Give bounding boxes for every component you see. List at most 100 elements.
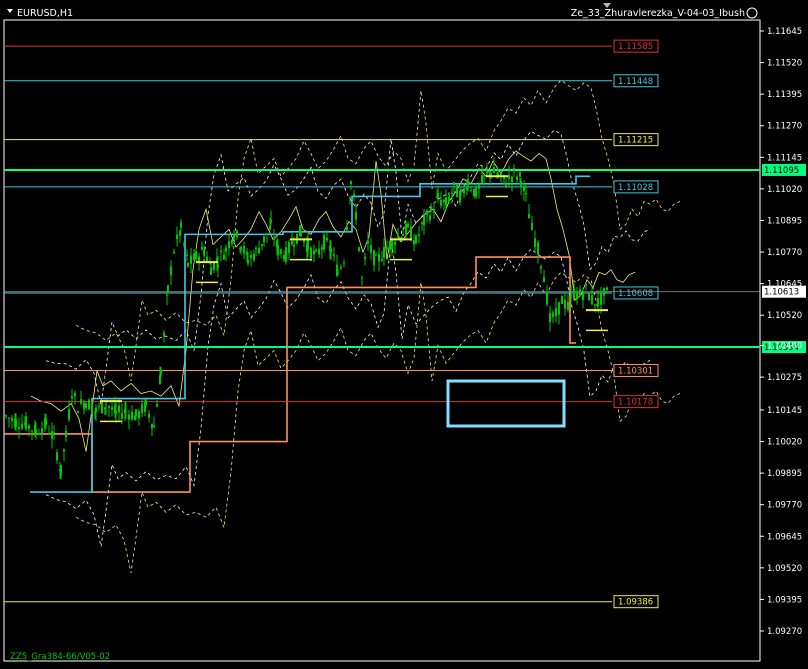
candle-body [588, 293, 590, 301]
candle-body [63, 449, 65, 452]
candle-body [258, 248, 260, 254]
candle-body [220, 250, 222, 253]
candle-body [394, 241, 396, 245]
chart-window[interactable]: 1.11585 1.11448 1.11215 1.11095 1.11028 1.106… [0, 0, 808, 665]
candle-body [405, 223, 407, 235]
candle-body [490, 173, 492, 176]
candle-body [373, 250, 375, 266]
candle-body [467, 180, 469, 186]
level-tag-label: 1.09386 [618, 598, 653, 608]
candle-body [213, 262, 215, 271]
candle-body [253, 254, 255, 260]
candle-body [293, 244, 295, 247]
candle-body [381, 258, 383, 261]
candle-body [451, 192, 453, 195]
candle-body [300, 230, 302, 236]
price-tick-label: 1.10520 [767, 311, 802, 321]
price-tick-label: 1.09270 [767, 627, 802, 637]
candle-body [173, 251, 175, 253]
candle-body [148, 413, 150, 418]
candle-body [353, 194, 355, 196]
candle-body [340, 266, 342, 269]
symbol-title[interactable]: EURUSD,H1 [17, 8, 73, 19]
candle-body [180, 222, 182, 228]
candle-body [65, 430, 67, 438]
candle-body [475, 186, 477, 198]
candle-body [60, 464, 62, 476]
candle-body [358, 247, 360, 251]
price-tick-label: 1.09520 [767, 564, 802, 574]
candle-body [375, 254, 377, 256]
price-tick-label: 1.09645 [767, 532, 802, 542]
candle-body [291, 241, 293, 245]
candle-body [564, 299, 566, 309]
candle-body [45, 418, 47, 425]
candle-body [321, 247, 323, 250]
candle-body [111, 407, 113, 410]
plot-area[interactable] [3, 19, 761, 662]
candle-body [255, 247, 257, 250]
candle-body [83, 402, 85, 410]
candle-body [478, 184, 480, 189]
bottom-indicator-label: ZZ5_Gra384-66/V05-02 [10, 652, 110, 662]
candle-body [591, 295, 593, 304]
price-tick-label: 1.10020 [767, 438, 802, 448]
level-tag-label: 1.10608 [618, 289, 653, 299]
level-tag-label: 1.10178 [618, 398, 653, 408]
candle-body [555, 307, 557, 317]
candle-body [513, 168, 515, 170]
candle-body [483, 175, 485, 177]
candle-body [460, 189, 462, 193]
candle-body [31, 430, 33, 432]
candle-body [410, 226, 412, 241]
candle-body [389, 240, 391, 250]
candle-body [310, 247, 312, 259]
candle-body [195, 251, 197, 260]
candle-body [558, 302, 560, 315]
candle-body [247, 260, 249, 264]
candle-body [167, 285, 169, 292]
candle-body [74, 392, 76, 397]
candle-body [456, 184, 458, 198]
candle-body [493, 167, 495, 174]
candle-body [528, 214, 530, 219]
candle-body [210, 267, 212, 275]
candle-body [108, 406, 110, 408]
candle-body [138, 410, 140, 419]
candle-body [170, 266, 172, 276]
candle-body [153, 425, 155, 428]
level-tag-label: 1.11028 [618, 183, 653, 193]
candle-body [277, 245, 279, 255]
candle-body [418, 234, 420, 236]
candle-body [80, 399, 82, 404]
candle-body [8, 417, 10, 419]
candle-body [421, 222, 423, 224]
candle-body [525, 193, 527, 195]
candle-body [355, 212, 357, 220]
price-chart[interactable]: 1.11585 1.11448 1.11215 1.11095 1.11028 1.106… [0, 0, 808, 665]
candle-body [223, 254, 225, 260]
candle-body [186, 254, 188, 256]
smiley-icon[interactable] [746, 7, 758, 19]
candle-body [190, 255, 192, 264]
candle-body [429, 215, 431, 221]
candle-body [105, 404, 107, 406]
candle-body [397, 235, 399, 237]
price-tick-label: 1.09395 [767, 595, 802, 605]
candle-body [350, 181, 352, 184]
candle-body [567, 301, 569, 310]
candle-body [203, 250, 205, 255]
price-tick-label: 1.11270 [767, 122, 802, 132]
candle-body [516, 176, 518, 180]
candle-body [179, 230, 181, 236]
price-tick-label: 1.10770 [767, 248, 802, 258]
candle-body [28, 425, 30, 429]
dropdown-arrow-icon[interactable] [7, 9, 13, 13]
candle-body [118, 405, 120, 413]
candle-body [53, 432, 55, 434]
candle-body [367, 240, 369, 244]
candle-body [349, 197, 351, 199]
candle-body [250, 255, 252, 258]
level-tag-label: 1.11215 [618, 136, 653, 146]
indicator-title[interactable]: Ze_33_Zhuravlerezka_V-04-03_Ibush [571, 8, 745, 19]
